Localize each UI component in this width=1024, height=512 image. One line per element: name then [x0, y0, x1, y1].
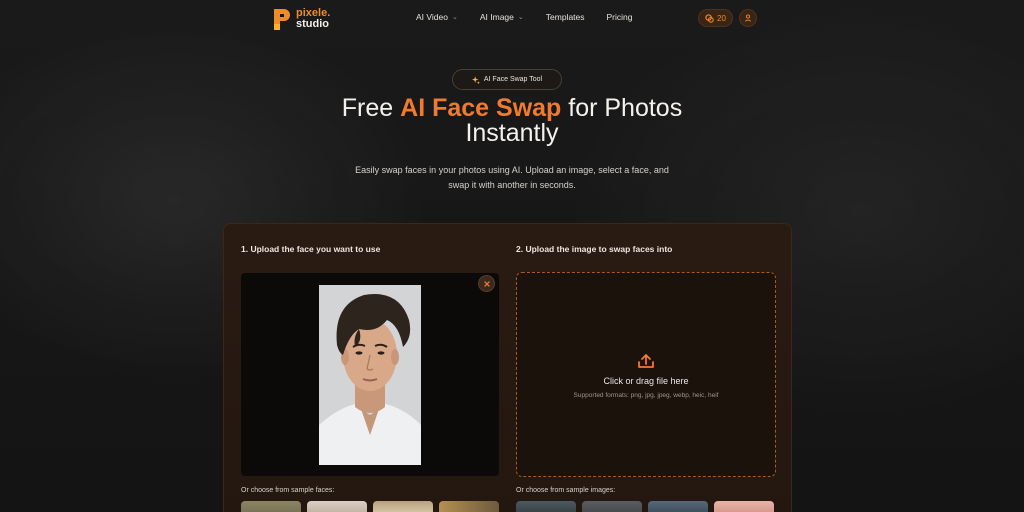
- sample-face-thumbnail[interactable]: [307, 501, 367, 512]
- sample-image-thumbnail[interactable]: [714, 501, 774, 512]
- logo-line2: studio: [296, 18, 329, 30]
- sample-images-label: Or choose from sample images:: [516, 487, 616, 494]
- nav-ai-video-label: AI Video: [416, 12, 448, 22]
- sample-faces-label: Or choose from sample faces:: [241, 487, 335, 494]
- nav-templates[interactable]: Templates: [546, 12, 585, 22]
- subtitle-line1: Easily swap faces in your photos using A…: [355, 165, 669, 175]
- chevron-down-icon: ⌄: [451, 14, 458, 21]
- tool-badge: AI Face Swap Tool: [452, 69, 562, 90]
- face-upload-preview[interactable]: [241, 273, 499, 476]
- credits-count: 20: [717, 13, 726, 23]
- uploaded-face-image: [319, 285, 421, 465]
- user-account-button[interactable]: [739, 9, 757, 27]
- sample-image-thumbnail[interactable]: [648, 501, 708, 512]
- nav-ai-image[interactable]: AI Image ⌄: [480, 12, 524, 22]
- title-line2: Instantly: [465, 119, 559, 147]
- remove-face-button[interactable]: [478, 275, 495, 292]
- page-subtitle: Easily swap faces in your photos using A…: [330, 163, 694, 193]
- sample-face-thumbnail[interactable]: [439, 501, 499, 512]
- main-nav: AI Video ⌄ AI Image ⌄ Templates Pricing: [416, 12, 633, 22]
- upload-icon: [638, 354, 654, 368]
- dropzone-title: Click or drag file here: [603, 376, 689, 386]
- nav-pricing[interactable]: Pricing: [607, 12, 633, 22]
- sample-image-thumbnail[interactable]: [582, 501, 642, 512]
- title-post: for Photos: [561, 94, 683, 122]
- sample-face-thumbnail[interactable]: [241, 501, 301, 512]
- sample-image-thumbnail[interactable]: [516, 501, 576, 512]
- logo[interactable]: pixele. studio: [272, 6, 330, 32]
- dropzone-supported-formats: Supported formats: png, jpg, jpeg, webp,…: [573, 392, 719, 399]
- pixele-logo-mark-icon: [272, 6, 292, 32]
- title-highlight: AI Face Swap: [400, 94, 562, 122]
- subtitle-line2: swap it with another in seconds.: [448, 180, 576, 190]
- user-icon: [744, 14, 752, 22]
- top-nav-bar: pixele. studio AI Video ⌄ AI Image ⌄ Tem…: [0, 0, 1024, 38]
- face-swap-panel: 1. Upload the face you want to use 2. Up…: [223, 223, 792, 512]
- credits-button[interactable]: 20: [698, 9, 733, 27]
- coins-icon: [705, 13, 714, 23]
- nav-templates-label: Templates: [545, 12, 585, 22]
- title-pre: Free: [341, 94, 401, 122]
- step1-label: 1. Upload the face you want to use: [241, 244, 381, 254]
- chevron-down-icon: ⌄: [517, 14, 524, 21]
- nav-pricing-label: Pricing: [606, 12, 633, 22]
- close-icon: [483, 280, 490, 287]
- target-image-dropzone[interactable]: Click or drag file here Supported format…: [516, 272, 776, 477]
- step2-label: 2. Upload the image to swap faces into: [516, 244, 673, 254]
- page-title: Free AI Face Swap for Photos Instantly: [0, 96, 1024, 146]
- nav-ai-video[interactable]: AI Video ⌄: [416, 12, 458, 22]
- nav-ai-image-label: AI Image: [479, 12, 514, 22]
- logo-wordmark: pixele. studio: [296, 8, 330, 30]
- sample-face-thumbnail[interactable]: [373, 501, 433, 512]
- tool-badge-label: AI Face Swap Tool: [483, 76, 543, 83]
- sparkle-icon: [471, 75, 480, 84]
